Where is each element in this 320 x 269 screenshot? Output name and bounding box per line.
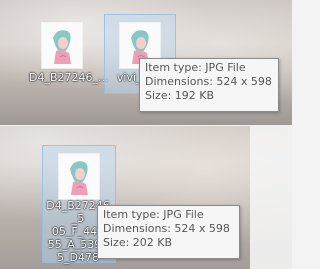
desktop-bottom-panel: D4_B27246_5 05_F_447 55_A_5392 5_D478 It… — [0, 126, 292, 269]
file-info-tooltip: Item type: JPG File Dimensions: 524 x 59… — [97, 205, 240, 259]
tooltip-dimensions: Dimensions: 524 x 598 — [103, 222, 230, 235]
tooltip-dimensions: Dimensions: 524 x 598 — [145, 75, 272, 88]
tooltip-size: Size: 192 KB — [145, 89, 215, 102]
file-name-label: D4_B27246_... — [29, 71, 109, 84]
desktop-top-panel: D4_B27246_... vivi_1siz Item type: JPG F… — [0, 0, 292, 126]
tooltip-item-type: Item type: JPG File — [103, 208, 204, 221]
image-thumbnail-icon — [42, 23, 82, 68]
file-info-tooltip: Item type: JPG File Dimensions: 524 x 59… — [139, 58, 279, 112]
tooltip-item-type: Item type: JPG File — [145, 61, 246, 74]
right-background-strip — [250, 126, 292, 269]
image-thumbnail-icon — [59, 154, 99, 199]
tooltip-size: Size: 202 KB — [103, 236, 173, 249]
file-item-d4-b27246[interactable]: D4_B27246_... — [28, 14, 109, 94]
